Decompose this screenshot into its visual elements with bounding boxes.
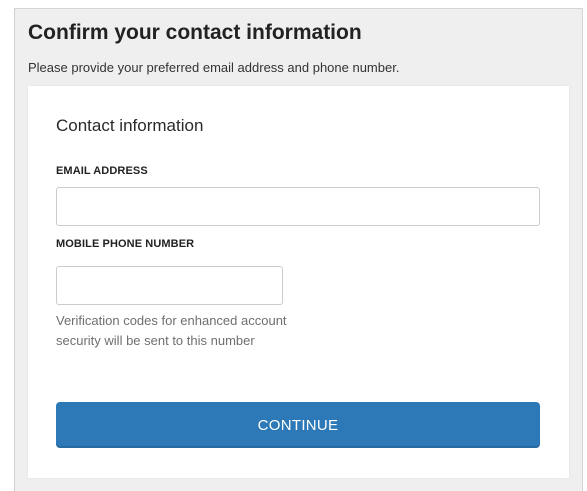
email-field[interactable] (56, 187, 540, 226)
page-container: Confirm your contact information Please … (14, 8, 583, 491)
phone-label: MOBILE PHONE NUMBER (56, 238, 195, 250)
page-title: Confirm your contact information (28, 21, 362, 44)
email-label: EMAIL ADDRESS (56, 165, 148, 177)
page-subtitle: Please provide your preferred email addr… (28, 60, 400, 75)
contact-form-card: Contact information EMAIL ADDRESS MOBILE… (28, 86, 569, 478)
mobile-phone-field[interactable] (56, 266, 283, 305)
phone-help-text: Verification codes for enhanced account … (56, 313, 287, 348)
continue-button[interactable]: CONTINUE (56, 402, 540, 448)
section-title: Contact information (56, 116, 204, 135)
